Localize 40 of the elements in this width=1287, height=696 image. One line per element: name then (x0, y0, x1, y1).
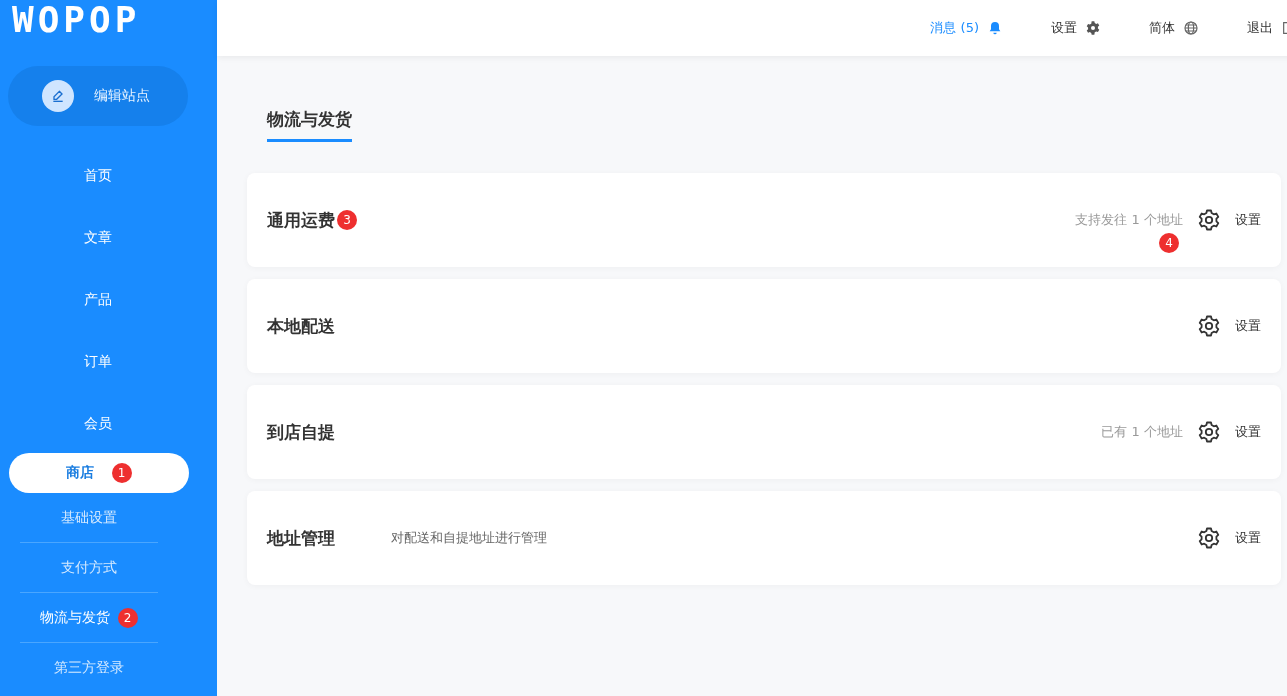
card-title: 地址管理 (267, 526, 335, 550)
globe-icon (1183, 20, 1199, 36)
submenu-item[interactable]: 支付方式 (19, 543, 158, 593)
number-badge: 1 (111, 463, 132, 483)
logout-link[interactable]: 退出 (1247, 19, 1287, 37)
submenu-item[interactable]: 物流与发货 2 (19, 593, 158, 643)
nav-item[interactable]: 会员 (7, 393, 188, 455)
card-title: 通用运费 (267, 208, 335, 232)
settings-button[interactable]: 设置 (1197, 420, 1261, 444)
gear-icon (1197, 420, 1221, 444)
edit-site-button[interactable]: 编辑站点 (8, 66, 188, 126)
submenu-item[interactable]: 基础设置 (19, 493, 158, 543)
nav-item[interactable]: 首页 (7, 145, 188, 207)
nav-item[interactable]: 订单 (7, 331, 188, 393)
nav-item[interactable]: 商店 1 (8, 453, 189, 493)
settings-icon (1085, 20, 1101, 36)
card-note: 支持发往 1 个地址 (1075, 211, 1183, 229)
gear-icon (1197, 314, 1221, 338)
number-badge: 4 (1159, 233, 1179, 253)
logo: WOPOP (12, 0, 141, 40)
card-title: 到店自提 (267, 420, 335, 444)
bell-icon (987, 20, 1003, 36)
number-badge: 3 (337, 210, 357, 230)
settings-button[interactable]: 设置 (1197, 314, 1261, 338)
nav-item[interactable]: 文章 (7, 207, 188, 269)
card-description: 对配送和自提地址进行管理 (391, 529, 547, 547)
settings-link[interactable]: 设置 (1051, 19, 1101, 37)
settings-button[interactable]: 设置 (1197, 208, 1261, 232)
gear-icon (1197, 208, 1221, 232)
card-note: 已有 1 个地址 (1101, 423, 1183, 441)
number-badge: 2 (117, 607, 138, 628)
language-link[interactable]: 简体 (1149, 19, 1199, 37)
settings-button[interactable]: 设置 (1197, 526, 1261, 550)
submenu-item[interactable]: 第三方登录 (19, 643, 158, 693)
card-title: 本地配送 (267, 314, 335, 338)
tab[interactable]: 物流与发货 (267, 108, 352, 142)
nav-item[interactable]: 产品 (7, 269, 188, 331)
gear-icon (1197, 526, 1221, 550)
pencil-icon (42, 80, 74, 112)
messages-link[interactable]: 消息 (5) (930, 19, 1003, 37)
